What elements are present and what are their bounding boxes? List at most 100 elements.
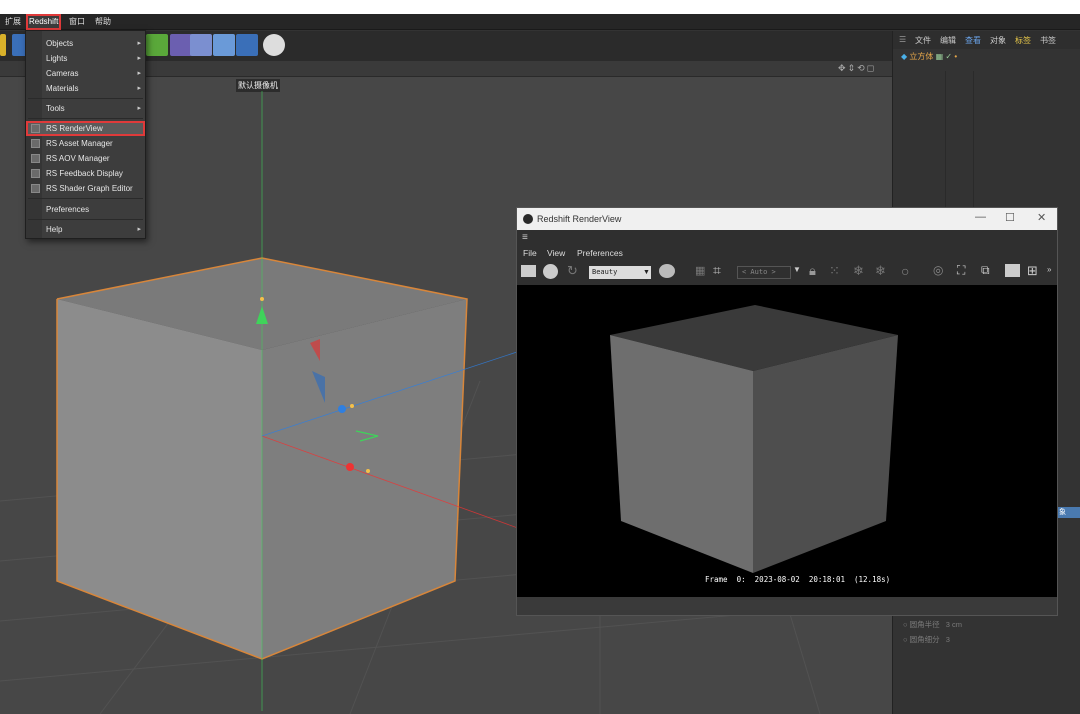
- menu-item-rs-asset-manager[interactable]: RS Asset Manager: [26, 136, 145, 151]
- add-snapshot-icon[interactable]: ⊞: [1027, 263, 1038, 279]
- tab-object[interactable]: 对象: [990, 35, 1006, 46]
- auto-select[interactable]: < Auto >: [737, 266, 791, 279]
- submenu-arrow-icon: ▸: [137, 105, 141, 112]
- y-axis-point[interactable]: [260, 297, 264, 301]
- grid-icon[interactable]: ▦: [695, 264, 705, 277]
- fillet-subdivision-row[interactable]: ○ 圆角细分 3: [903, 634, 950, 645]
- menu-item-tools[interactable]: Tools ▸: [26, 101, 145, 116]
- cube-left-face: [57, 299, 262, 659]
- z-axis-point[interactable]: [350, 404, 354, 408]
- menu-item-rs-aov-manager[interactable]: RS AOV Manager: [26, 151, 145, 166]
- renderview-title: Redshift RenderView: [537, 214, 622, 224]
- menu-redshift[interactable]: Redshift: [25, 14, 62, 30]
- deformer-icon[interactable]: [170, 34, 192, 56]
- menu-item-lights[interactable]: Lights ▸: [26, 51, 145, 66]
- menu-item-rs-shader-graph-editor[interactable]: RS Shader Graph Editor: [26, 181, 145, 196]
- fillet-radius-row[interactable]: ○ 圆角半径 3 cm: [903, 619, 962, 630]
- snowflake-lock-icon[interactable]: ❄: [875, 263, 886, 279]
- auto-dropdown-arrow-icon[interactable]: ▼: [793, 265, 801, 274]
- tab-tags[interactable]: 标签: [1015, 35, 1031, 46]
- renderview-titlebar[interactable]: Redshift RenderView — ☐ ✕: [517, 208, 1057, 230]
- menu-item-preferences[interactable]: Preferences: [26, 202, 145, 217]
- maximize-button[interactable]: ☐: [1005, 211, 1015, 224]
- object-name: 立方体: [909, 52, 934, 61]
- hamburger-menu-icon[interactable]: ≡: [522, 232, 528, 243]
- menu-separator: [28, 118, 143, 119]
- menu-separator: [28, 98, 143, 99]
- aov-dropdown-arrow-icon[interactable]: ▼: [643, 269, 650, 276]
- fit-frame-icon[interactable]: ⛶: [957, 263, 965, 278]
- z-axis-handle[interactable]: [338, 405, 346, 413]
- clapper-icon[interactable]: [521, 265, 536, 277]
- overflow-icon[interactable]: »: [1047, 265, 1051, 274]
- renderview-menu-view[interactable]: View: [547, 248, 565, 258]
- cube-right-face: [262, 299, 467, 659]
- field-icon[interactable]: [190, 34, 212, 56]
- close-button[interactable]: ✕: [1037, 211, 1046, 224]
- renderview-menu-file[interactable]: File: [523, 248, 537, 258]
- generator-icon[interactable]: [146, 34, 168, 56]
- circle-icon[interactable]: ○: [901, 263, 909, 279]
- menu-separator: [28, 198, 143, 199]
- submenu-arrow-icon: ▸: [137, 55, 141, 62]
- renderview-menu-preferences[interactable]: Preferences: [577, 248, 623, 258]
- menu-help[interactable]: 帮助: [93, 15, 113, 29]
- shader-graph-icon: [31, 184, 40, 193]
- redshift-menu-dropdown: Objects ▸ Lights ▸ Cameras ▸ Materials ▸ Too…: [25, 30, 146, 239]
- redshift-renderview-window: Redshift RenderView — ☐ ✕ ≡ File View Pr…: [516, 207, 1058, 616]
- aov-select[interactable]: Beauty: [589, 266, 651, 279]
- focus-icon[interactable]: ◎: [933, 263, 943, 277]
- x-axis-handle[interactable]: [346, 463, 354, 471]
- attr-side-tab[interactable]: 象: [1057, 507, 1080, 518]
- submenu-arrow-icon: ▸: [137, 226, 141, 233]
- renderview-statusbar: [517, 597, 1057, 615]
- rgb-channel-icon[interactable]: [659, 264, 675, 278]
- tab-view[interactable]: 查看: [965, 35, 981, 46]
- camera-icon[interactable]: [236, 34, 258, 56]
- submenu-arrow-icon: ▸: [137, 40, 141, 47]
- menu-item-rs-renderview[interactable]: RS RenderView: [26, 121, 145, 136]
- render-image[interactable]: Frame 0: 2023-08-02 20:18:01 (12.18s): [517, 285, 1057, 597]
- snapshot-icon[interactable]: [1005, 264, 1020, 277]
- render-play-icon[interactable]: [543, 264, 558, 279]
- tag-icon[interactable]: •: [954, 52, 957, 61]
- toolbar-edge-icon[interactable]: [0, 34, 6, 56]
- renderview-icon: [31, 124, 40, 133]
- top-strip: [0, 0, 1080, 14]
- render-cube-left: [610, 335, 753, 573]
- tab-edit[interactable]: 编辑: [940, 35, 956, 46]
- feedback-display-icon: [31, 169, 40, 178]
- radio-icon[interactable]: ○: [903, 635, 908, 644]
- dots-grid-icon[interactable]: ⁙: [829, 263, 840, 279]
- frame-info: Frame 0: 2023-08-02 20:18:01 (12.18s): [705, 575, 891, 584]
- submenu-arrow-icon: ▸: [137, 70, 141, 77]
- menu-item-rs-feedback-display[interactable]: RS Feedback Display: [26, 166, 145, 181]
- refresh-icon[interactable]: ↻: [567, 263, 578, 279]
- render-cube-right: [753, 335, 898, 573]
- menu-item-objects[interactable]: Objects ▸: [26, 36, 145, 51]
- cinema4d-window: 扩展 Redshift 窗口 帮助 默认摄像机 ✥⇕⟲◻ ☰ 文件 编辑 查看 …: [0, 0, 1080, 714]
- asset-manager-icon: [31, 139, 40, 148]
- rendered-cube: [610, 305, 898, 573]
- menu-item-materials[interactable]: Materials ▸: [26, 81, 145, 96]
- object-row-cube[interactable]: ◆ 立方体 ▦ ✓ •: [901, 51, 957, 62]
- x-axis-point[interactable]: [366, 469, 370, 473]
- compare-icon[interactable]: ⧉: [981, 263, 990, 278]
- menu-icon[interactable]: ☰: [899, 35, 906, 44]
- submenu-arrow-icon: ▸: [137, 85, 141, 92]
- tab-bookmarks[interactable]: 书签: [1040, 35, 1056, 46]
- minimize-button[interactable]: —: [975, 211, 986, 223]
- crop-icon[interactable]: ⌗: [713, 262, 721, 279]
- light-bulb-icon[interactable]: [263, 34, 285, 56]
- menu-extensions[interactable]: 扩展: [3, 15, 23, 29]
- menu-item-cameras[interactable]: Cameras ▸: [26, 66, 145, 81]
- renderview-menubar: File View Preferences: [517, 246, 1057, 260]
- menu-item-help[interactable]: Help ▸: [26, 222, 145, 237]
- snowflake-icon[interactable]: ❄: [853, 263, 864, 279]
- tab-file[interactable]: 文件: [915, 35, 931, 46]
- floor-icon[interactable]: [213, 34, 235, 56]
- radio-icon[interactable]: ○: [903, 620, 908, 629]
- menu-window[interactable]: 窗口: [67, 15, 87, 29]
- visibility-check-icon[interactable]: ▦ ✓: [936, 52, 952, 61]
- lock-icon[interactable]: 🔒︎: [809, 263, 816, 279]
